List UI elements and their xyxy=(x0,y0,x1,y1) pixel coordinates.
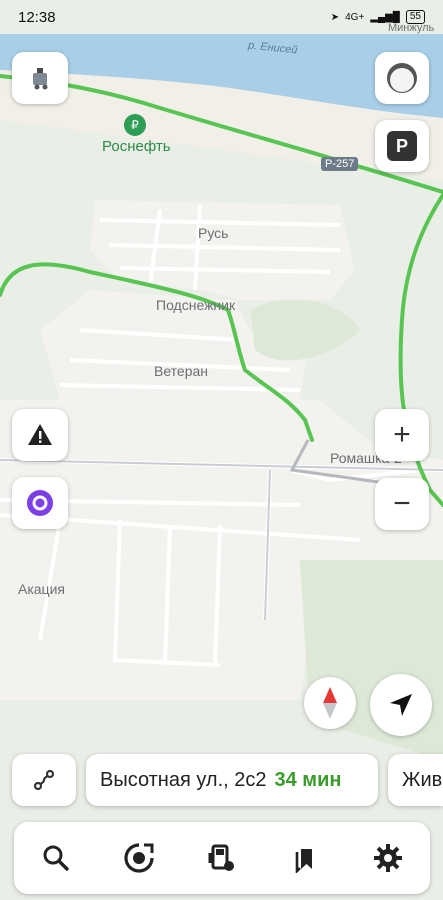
signal-icon: ▂▄▆█ xyxy=(370,11,400,23)
profile-button[interactable] xyxy=(12,52,68,104)
tab-settings[interactable] xyxy=(360,830,416,886)
status-bar: 12:38 ➤ 4G+ ▂▄▆█ 55 xyxy=(0,0,443,34)
route-suggestion-2[interactable]: Жив xyxy=(388,754,443,806)
status-time: 12:38 xyxy=(18,8,56,26)
alice-assistant-button[interactable] xyxy=(12,477,68,529)
search-icon xyxy=(43,845,69,871)
gear-icon xyxy=(374,844,403,872)
compass-button[interactable] xyxy=(304,677,356,729)
status-icons: ➤ 4G+ ▂▄▆█ 55 xyxy=(331,10,425,24)
fuel-station-label[interactable]: Роснефть xyxy=(102,138,171,155)
route-suggestion-1[interactable]: Высотная ул., 2с2 34 мин xyxy=(86,754,378,806)
place-label-rus: Русь xyxy=(198,225,229,241)
fuel-icon xyxy=(208,844,234,871)
avatar-icon xyxy=(33,68,48,90)
tab-navigator[interactable] xyxy=(111,830,167,886)
tab-search[interactable] xyxy=(28,830,84,886)
alice-icon xyxy=(27,490,53,516)
warning-icon xyxy=(28,424,52,445)
zoom-out-button[interactable]: − xyxy=(375,478,429,530)
route-time: 34 мин xyxy=(274,768,342,791)
report-incident-button[interactable] xyxy=(12,409,68,461)
road-badge: Р-257 xyxy=(321,157,359,171)
route-address: Жив xyxy=(402,768,443,791)
zoom-in-button[interactable]: + xyxy=(375,409,429,461)
parking-icon: P xyxy=(387,131,417,161)
place-label-veteran: Ветеран xyxy=(154,363,209,379)
bookmarks-icon xyxy=(295,849,313,873)
route-options-button[interactable] xyxy=(12,754,76,806)
location-arrow-icon xyxy=(390,694,412,716)
tab-fuel[interactable] xyxy=(194,830,250,886)
place-label-akaciya: Акация xyxy=(18,581,65,597)
tab-bookmarks[interactable] xyxy=(277,830,333,886)
place-label-podsnezhnik: Подснежник xyxy=(156,297,236,313)
parking-button[interactable]: P xyxy=(375,120,429,172)
navigator-icon xyxy=(124,843,154,873)
location-icon: ➤ xyxy=(330,11,340,23)
my-location-button[interactable] xyxy=(370,674,432,736)
battery-icon: 55 xyxy=(405,10,425,24)
network-label: 4G+ xyxy=(345,11,365,23)
layers-icon xyxy=(387,63,417,93)
fuel-station-icon[interactable]: ₽ xyxy=(124,114,146,136)
bottom-navigation xyxy=(14,822,430,894)
route-address: Высотная ул., 2с2 xyxy=(100,768,267,791)
compass-icon xyxy=(323,687,337,719)
map-layers-button[interactable] xyxy=(375,52,429,104)
route-icon xyxy=(33,769,55,791)
